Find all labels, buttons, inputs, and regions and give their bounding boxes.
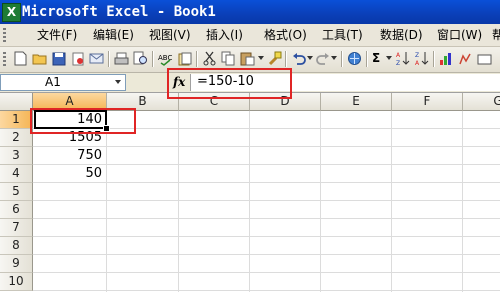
toolbar-separator (108, 51, 110, 67)
title-bar: X Microsoft Excel - Book1 (0, 0, 500, 24)
row-header-2[interactable]: 2 (0, 129, 33, 147)
menu-edit[interactable]: 编辑(E) (93, 27, 134, 43)
toolbar-separator (196, 51, 198, 67)
cell-a4[interactable]: 50 (33, 165, 106, 183)
column-header-c[interactable]: C (179, 93, 250, 111)
active-cell-border[interactable] (34, 110, 107, 129)
toolbar-separator (152, 51, 154, 67)
sheet-row-9 (33, 255, 500, 273)
autosum-icon[interactable]: Σ (372, 50, 380, 67)
toolbar-separator (285, 51, 287, 67)
email-icon[interactable] (88, 50, 105, 67)
row-header-1[interactable]: 1 (0, 111, 33, 129)
format-painter-icon[interactable] (266, 50, 283, 67)
excel-app-icon[interactable]: X (2, 3, 21, 22)
menu-insert[interactable]: 插入(I) (206, 27, 243, 43)
standard-toolbar: ABC Σ AZ ZA (0, 47, 500, 73)
svg-text:Z: Z (415, 52, 419, 59)
print-preview-icon[interactable] (132, 50, 149, 67)
redo-dropdown[interactable] (331, 56, 337, 60)
column-header-g[interactable]: G (463, 93, 500, 111)
permission-icon[interactable] (69, 50, 86, 67)
save-icon[interactable] (50, 50, 67, 67)
formula-input[interactable]: =150-10 (190, 74, 500, 91)
column-header-b[interactable]: B (107, 93, 179, 111)
menu-tools[interactable]: 工具(T) (322, 27, 363, 43)
sheet-row-5 (33, 183, 500, 201)
undo-icon[interactable] (290, 50, 307, 67)
row-header-4[interactable]: 4 (0, 165, 33, 183)
menu-format[interactable]: 格式(O) (264, 27, 307, 43)
print-icon[interactable] (113, 50, 130, 67)
svg-text:ABC: ABC (158, 54, 172, 62)
svg-text:A: A (396, 52, 401, 59)
column-header-f[interactable]: F (392, 93, 463, 111)
window-title: Microsoft Excel - Book1 (22, 4, 216, 20)
cell-a3[interactable]: 750 (33, 147, 106, 165)
sheet-row-7 (33, 219, 500, 237)
column-header-d[interactable]: D (250, 93, 321, 111)
paste-icon[interactable] (239, 50, 256, 67)
svg-text:Z: Z (396, 60, 400, 66)
toolbar-separator (341, 51, 343, 67)
menu-help[interactable]: 帮 (492, 27, 500, 43)
row-header-9[interactable]: 9 (0, 255, 33, 273)
spelling-icon[interactable]: ABC (157, 50, 174, 67)
row-header-5[interactable]: 5 (0, 183, 33, 201)
sheet-row-6 (33, 201, 500, 219)
toolbar-grip[interactable] (3, 52, 6, 66)
menu-window[interactable]: 窗口(W) (437, 27, 482, 43)
menubar-grip[interactable] (3, 28, 6, 42)
toolbar-separator (433, 51, 435, 67)
redo-icon[interactable] (314, 50, 331, 67)
new-document-icon[interactable] (12, 50, 29, 67)
column-header-e[interactable]: E (321, 93, 392, 111)
row-header-3[interactable]: 3 (0, 147, 33, 165)
menu-view[interactable]: 视图(V) (149, 27, 191, 43)
copy-icon[interactable] (220, 50, 237, 67)
research-icon[interactable] (176, 50, 193, 67)
row-header-6[interactable]: 6 (0, 201, 33, 219)
menu-file[interactable]: 文件(F) (37, 27, 77, 43)
svg-text:A: A (415, 60, 420, 66)
cut-icon[interactable] (201, 50, 218, 67)
insert-function-icon[interactable]: fx (173, 75, 185, 90)
row-header-10[interactable]: 10 (0, 273, 33, 291)
drawing-icon[interactable] (457, 50, 474, 67)
column-header-a[interactable]: A (33, 93, 107, 111)
zoom-icon[interactable] (476, 50, 493, 67)
autosum-dropdown[interactable] (386, 56, 392, 60)
menu-bar: 文件(F) 编辑(E) 视图(V) 插入(I) 格式(O) 工具(T) 数据(D… (0, 24, 500, 47)
sheet-row-10 (33, 273, 500, 291)
row-header-7[interactable]: 7 (0, 219, 33, 237)
name-box[interactable]: A1 (0, 74, 126, 91)
menu-data[interactable]: 数据(D) (380, 27, 423, 43)
open-folder-icon[interactable] (31, 50, 48, 67)
select-all-corner[interactable] (0, 93, 33, 111)
toolbar-separator (366, 51, 368, 67)
fill-handle[interactable] (103, 125, 110, 132)
sheet-row-8 (33, 237, 500, 255)
formula-bar: A1 fx =150-10 (0, 73, 500, 93)
undo-dropdown[interactable] (307, 56, 313, 60)
paste-options-dropdown[interactable] (258, 56, 264, 60)
hyperlink-icon[interactable] (346, 50, 363, 67)
sort-descending-icon[interactable]: ZA (413, 50, 430, 67)
cell-a2[interactable]: 1505 (33, 129, 106, 147)
chart-wizard-icon[interactable] (438, 50, 455, 67)
name-box-dropdown-icon[interactable] (115, 80, 121, 84)
row-header-8[interactable]: 8 (0, 237, 33, 255)
sort-ascending-icon[interactable]: AZ (394, 50, 411, 67)
